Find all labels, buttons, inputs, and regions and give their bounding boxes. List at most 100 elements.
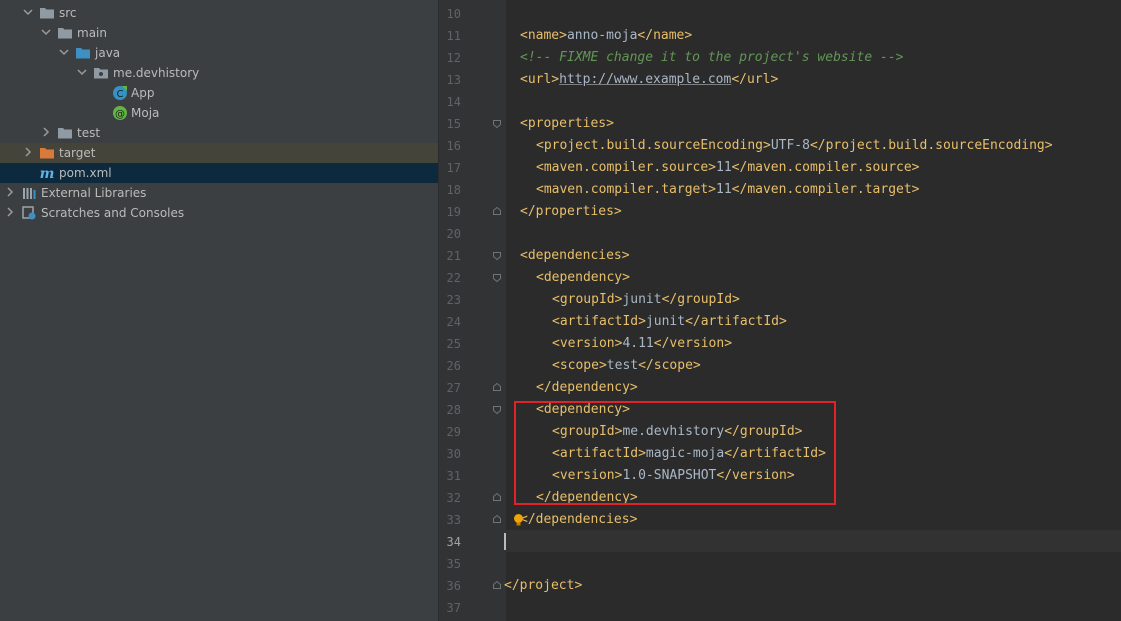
fold-end-icon[interactable] bbox=[493, 207, 501, 215]
excluded-folder-icon bbox=[40, 148, 54, 159]
xml-tag: </name> bbox=[637, 28, 693, 43]
xml-tag: </version> bbox=[653, 336, 733, 351]
tree-item-app[interactable]: C App bbox=[0, 83, 438, 103]
line-number: 32 bbox=[446, 491, 461, 505]
tree-item-pom[interactable]: m pom.xml bbox=[0, 163, 438, 183]
line-number: 14 bbox=[446, 95, 461, 109]
code-line-dependency-open[interactable]: <dependency> bbox=[536, 267, 630, 289]
chevron-down-icon[interactable] bbox=[77, 67, 87, 77]
fold-end-icon[interactable] bbox=[493, 493, 501, 501]
code-line-compiler-target[interactable]: <maven.compiler.target>11</maven.compile… bbox=[536, 179, 920, 201]
line-number: 26 bbox=[446, 359, 461, 373]
code-line-comment[interactable]: <!-- FIXME change it to the project's we… bbox=[520, 47, 904, 69]
code-line-name[interactable]: <name>anno-moja</name> bbox=[520, 25, 692, 47]
code-line-properties-close[interactable]: </properties> bbox=[520, 201, 622, 223]
line-number: 13 bbox=[446, 73, 461, 87]
xml-text: 11 bbox=[716, 160, 732, 175]
folder-icon bbox=[40, 8, 54, 19]
line-number: 10 bbox=[446, 7, 461, 21]
fold-end-icon[interactable] bbox=[493, 515, 501, 523]
tree-item-java[interactable]: java bbox=[0, 43, 438, 63]
xml-text: test bbox=[606, 358, 639, 373]
line-number: 23 bbox=[446, 293, 461, 307]
xml-tag: <dependency> bbox=[536, 270, 630, 285]
xml-text: 4.11 bbox=[622, 336, 654, 351]
xml-tag: </project.build.sourceEncoding> bbox=[809, 138, 1053, 153]
line-number: 28 bbox=[446, 403, 461, 417]
tree-item-target[interactable]: target bbox=[0, 143, 438, 163]
xml-tag: </url> bbox=[731, 72, 779, 87]
tree-item-label: me.devhistory bbox=[113, 66, 200, 80]
code-line-compiler-source[interactable]: <maven.compiler.source>11</maven.compile… bbox=[536, 157, 920, 179]
xml-tag: <maven.compiler.target> bbox=[536, 182, 717, 197]
xml-tag: <project.build.sourceEncoding> bbox=[536, 138, 771, 153]
xml-tag: </scope> bbox=[638, 358, 701, 373]
line-number: 11 bbox=[446, 29, 461, 43]
line-number: 37 bbox=[446, 601, 461, 615]
fold-start-icon[interactable] bbox=[493, 274, 501, 282]
code-line-scope[interactable]: <scope>test</scope> bbox=[552, 355, 701, 377]
code-line-group-id[interactable]: <groupId>junit</groupId> bbox=[552, 289, 740, 311]
fold-start-icon[interactable] bbox=[493, 120, 501, 128]
code-line-dependency-close[interactable]: </dependency> bbox=[536, 377, 638, 399]
fold-end-icon[interactable] bbox=[493, 581, 501, 589]
line-number: 17 bbox=[446, 161, 461, 175]
tree-item-label: Scratches and Consoles bbox=[41, 206, 185, 220]
tree-item-label: java bbox=[95, 46, 121, 60]
code-line-dependencies-open[interactable]: <dependencies> bbox=[520, 245, 630, 267]
chevron-right-icon[interactable] bbox=[5, 207, 15, 217]
svg-text:m: m bbox=[40, 166, 55, 181]
chevron-right-icon[interactable] bbox=[5, 187, 15, 197]
folder-icon bbox=[58, 128, 72, 139]
package-icon bbox=[94, 68, 108, 79]
tree-item-label: pom.xml bbox=[59, 166, 112, 180]
fold-end-icon[interactable] bbox=[493, 383, 501, 391]
url-link[interactable]: http://www.example.com bbox=[559, 72, 731, 87]
highlight-box bbox=[514, 401, 836, 505]
java-class-icon: C bbox=[113, 86, 127, 100]
svg-text:C: C bbox=[117, 89, 124, 100]
code-line-artifact-id[interactable]: <artifactId>junit</artifactId> bbox=[552, 311, 787, 333]
xml-tag: <scope> bbox=[552, 358, 607, 373]
xml-text: junit bbox=[622, 292, 662, 307]
xml-text: 11 bbox=[716, 182, 732, 197]
tree-item-moja[interactable]: @ Moja bbox=[0, 103, 438, 123]
line-number: 29 bbox=[446, 425, 461, 439]
tree-item-main[interactable]: main bbox=[0, 23, 438, 43]
tree-item-scratches[interactable]: Scratches and Consoles bbox=[0, 203, 438, 223]
code-line-project-close[interactable]: </project> bbox=[504, 575, 582, 597]
xml-tag: <dependencies> bbox=[520, 248, 630, 263]
code-line-version[interactable]: <version>4.11</version> bbox=[552, 333, 732, 355]
tree-item-test[interactable]: test bbox=[0, 123, 438, 143]
tree-item-label: Moja bbox=[131, 106, 160, 120]
line-number: 35 bbox=[446, 557, 461, 571]
lightbulb-icon[interactable] bbox=[512, 513, 526, 527]
xml-tag: </groupId> bbox=[661, 292, 740, 307]
tree-item-label: src bbox=[59, 6, 77, 20]
chevron-down-icon[interactable] bbox=[23, 7, 33, 17]
tree-item-label: main bbox=[77, 26, 107, 40]
tree-item-external-libraries[interactable]: External Libraries bbox=[0, 183, 438, 203]
tree-item-package[interactable]: me.devhistory bbox=[0, 63, 438, 83]
source-folder-icon bbox=[76, 48, 90, 59]
line-number: 16 bbox=[446, 139, 461, 153]
scratches-icon bbox=[22, 206, 36, 220]
chevron-down-icon[interactable] bbox=[41, 27, 51, 37]
chevron-down-icon[interactable] bbox=[59, 47, 69, 57]
chevron-right-icon[interactable] bbox=[23, 147, 33, 157]
tree-item-src[interactable]: src bbox=[0, 3, 438, 23]
xml-tag: <name> bbox=[520, 28, 567, 43]
line-number: 12 bbox=[446, 51, 461, 65]
line-number: 25 bbox=[446, 337, 461, 351]
code-line-properties-open[interactable]: <properties> bbox=[520, 113, 614, 135]
caret-line bbox=[506, 530, 1121, 552]
fold-start-icon[interactable] bbox=[493, 406, 501, 414]
line-number: 24 bbox=[446, 315, 461, 329]
line-number: 19 bbox=[446, 205, 461, 219]
code-line-dependencies-close[interactable]: </dependencies> bbox=[520, 509, 637, 531]
line-number-current: 34 bbox=[446, 535, 461, 549]
chevron-right-icon[interactable] bbox=[41, 127, 51, 137]
fold-start-icon[interactable] bbox=[493, 252, 501, 260]
code-line-encoding[interactable]: <project.build.sourceEncoding>UTF-8</pro… bbox=[536, 135, 1053, 157]
code-line-url[interactable]: <url>http://www.example.com</url> bbox=[520, 69, 778, 91]
